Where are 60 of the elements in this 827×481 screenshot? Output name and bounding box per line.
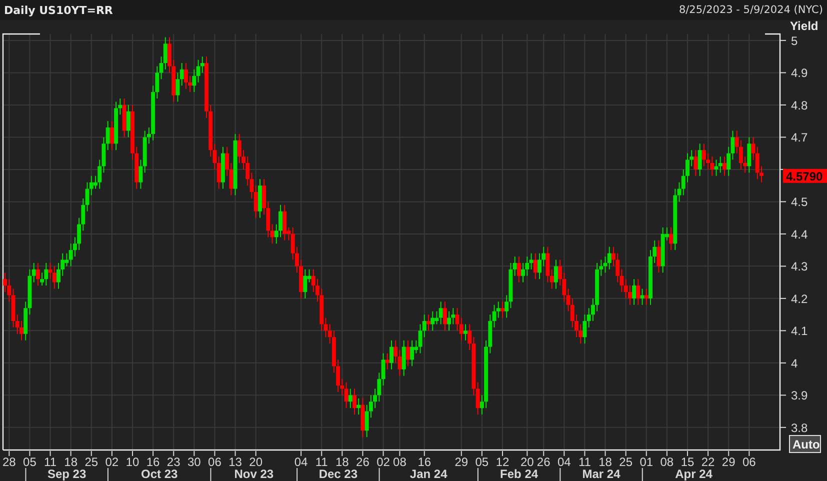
x-tick-label: 15 <box>680 455 694 469</box>
x-tick-label: 30 <box>187 455 201 469</box>
y-tick-label: 3.8 <box>791 420 808 435</box>
chart-title: Daily US10YT=RR <box>4 4 113 16</box>
x-tick-label: 18 <box>335 455 349 469</box>
y-tick-label: 4.3 <box>791 260 808 274</box>
y-tick-label: 5 <box>791 34 798 48</box>
x-tick-label: 25 <box>619 455 633 469</box>
x-tick-label: 29 <box>454 455 468 469</box>
x-tick-label: 06 <box>208 455 222 469</box>
x-tick-label: 02 <box>105 455 119 469</box>
date-range: 8/25/2023 - 5/9/2024 (NYC) <box>678 4 823 16</box>
x-tick-label: 12 <box>496 455 510 469</box>
x-tick-label: 02 <box>376 455 390 469</box>
x-tick-label: 28 <box>2 455 16 469</box>
autoscale-button[interactable]: Auto <box>789 435 821 453</box>
x-tick-label: 29 <box>722 455 736 469</box>
x-tick-label: 26 <box>536 455 550 469</box>
x-tick-label: 05 <box>23 455 36 469</box>
month-label: Sep 23 <box>47 467 86 481</box>
x-tick-label: 08 <box>393 455 406 469</box>
x-tick-label: 16 <box>146 455 160 469</box>
x-tick-label: 11 <box>315 455 328 469</box>
month-label: Nov 23 <box>234 467 274 481</box>
x-tick-label: 16 <box>418 455 432 469</box>
y-tick-label: 4.8 <box>791 98 808 112</box>
x-tick-label: 23 <box>166 455 180 469</box>
y-tick-label: 4.5 <box>791 195 808 210</box>
y-tick-label: 4.4 <box>791 227 808 242</box>
x-tick-label: 10 <box>126 455 140 469</box>
y-axis-title: Yield <box>790 20 818 33</box>
month-label: Mar 24 <box>582 467 620 481</box>
x-tick-label: 26 <box>356 455 370 469</box>
y-tick-label: 3.9 <box>791 388 808 403</box>
y-tick-label: 4.9 <box>791 66 808 80</box>
month-label: Feb 24 <box>500 467 538 481</box>
x-tick-label: 18 <box>598 455 612 469</box>
x-tick-label: 11 <box>578 455 591 469</box>
x-tick-label: 11 <box>44 455 56 469</box>
x-tick-label: 13 <box>228 455 242 469</box>
x-tick-label: 06 <box>742 455 756 469</box>
x-tick-label: 20 <box>249 455 263 469</box>
y-tick-label: 4.2 <box>791 292 808 306</box>
month-label: Dec 23 <box>318 467 358 481</box>
y-tick-label: 4 <box>791 356 798 370</box>
last-price-label: 4.5790 <box>783 168 827 184</box>
y-tick-label: 4.7 <box>791 130 808 145</box>
x-tick-label: 25 <box>84 455 98 469</box>
x-tick-label: 04 <box>294 455 308 469</box>
x-tick-label: 01 <box>640 455 654 469</box>
x-tick-label: 22 <box>701 455 715 469</box>
y-tick-label: 4.1 <box>791 324 808 338</box>
month-label: Apr 24 <box>675 467 712 481</box>
month-label: Oct 23 <box>141 467 178 481</box>
x-tick-label: 08 <box>660 455 674 469</box>
month-label: Jan 24 <box>410 467 448 481</box>
x-tick-label: 20 <box>520 455 534 469</box>
x-tick-label: 05 <box>475 455 489 469</box>
x-tick-label: 18 <box>64 455 78 469</box>
x-tick-label: 04 <box>557 455 571 469</box>
